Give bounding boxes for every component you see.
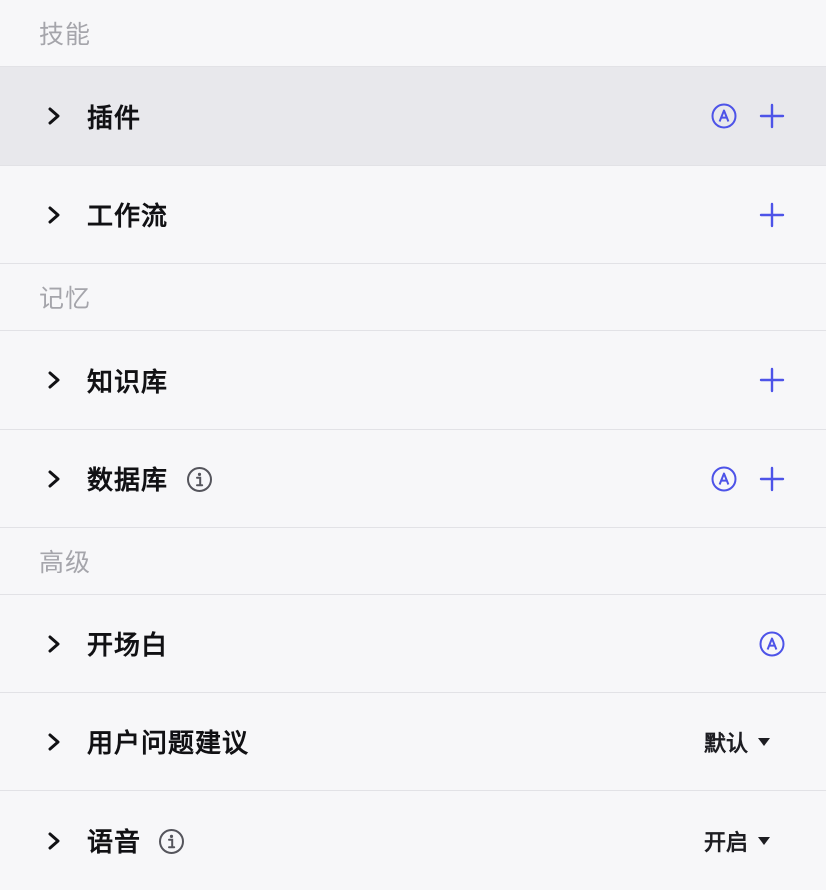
chevron-right-icon [48,206,60,223]
row-database[interactable]: 数据库 [0,429,826,527]
row-opening-remarks[interactable]: 开场白 [0,594,826,692]
row-voice[interactable]: 语音 开启 [0,790,826,890]
plus-icon[interactable] [759,466,785,492]
plus-icon[interactable] [759,367,785,393]
row-label-workflows: 工作流 [87,202,169,232]
section-header-memory: 记忆 [0,263,826,330]
row-label-opening-remarks: 开场白 [87,631,169,661]
dropdown-value: 开启 [704,830,749,856]
auto-a-circle-icon[interactable] [759,631,785,657]
caret-down-icon [758,737,771,746]
bot-config-panel: 技能 插件 工作流 记忆 知识库 数据库 高级 开场白 用户问题建议 默认 语音… [0,0,826,890]
question-suggestions-dropdown[interactable]: 默认 [704,727,771,757]
plus-icon[interactable] [759,103,785,129]
chevron-right-icon [48,832,60,849]
chevron-right-icon [48,635,60,652]
row-workflows[interactable]: 工作流 [0,165,826,263]
chevron-right-icon [48,107,60,125]
row-label-plugins: 插件 [87,103,142,134]
info-circle-icon[interactable] [186,466,213,493]
section-header-skills: 技能 [39,20,92,49]
dropdown-value: 默认 [704,731,749,757]
row-label-knowledge-base: 知识库 [87,367,169,398]
auto-a-circle-icon[interactable] [711,103,737,129]
info-circle-icon[interactable] [158,828,185,855]
row-label-voice: 语音 [87,828,142,858]
row-plugins[interactable]: 插件 [0,66,826,165]
chevron-right-icon [48,470,60,487]
caret-down-icon [758,836,771,845]
row-knowledge-base[interactable]: 知识库 [0,330,826,429]
chevron-right-icon [48,733,60,750]
plus-icon[interactable] [759,202,785,228]
auto-a-circle-icon[interactable] [711,466,737,492]
row-label-question-suggestions: 用户问题建议 [87,729,250,759]
row-label-database: 数据库 [87,466,169,496]
chevron-right-icon [48,371,60,389]
section-header-advanced: 高级 [0,527,826,594]
voice-dropdown[interactable]: 开启 [704,826,771,856]
row-question-suggestions[interactable]: 用户问题建议 默认 [0,692,826,790]
